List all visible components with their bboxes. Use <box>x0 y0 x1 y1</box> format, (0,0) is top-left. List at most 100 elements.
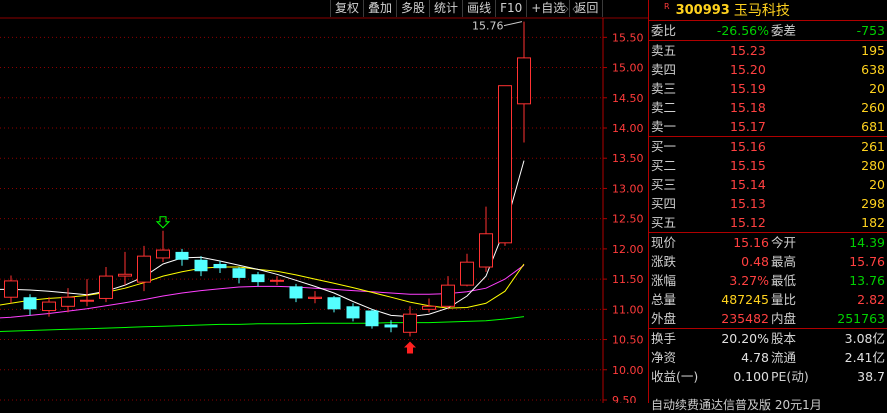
ma60-line <box>0 316 525 333</box>
ask-row[interactable]: 卖二 15.18 260 <box>649 98 887 117</box>
candle-body <box>479 233 493 268</box>
diamond-icon[interactable]: ◇◇ <box>560 2 585 15</box>
bid-row[interactable]: 买五 15.12 182 <box>649 213 887 232</box>
y-tick-label: 13.00 <box>612 182 644 195</box>
y-tick-label: 10.00 <box>612 364 644 377</box>
stat-label: 净资 <box>651 350 677 365</box>
stat-value: 3.27% <box>729 273 769 288</box>
sell-signal-arrow-icon <box>155 216 171 229</box>
stat-row: 涨跌 0.48 最高 15.76 <box>649 252 887 271</box>
ask-price: 15.23 <box>730 43 766 58</box>
quote-stats: 现价 15.16 今开 14.39 涨跌 0.48 最高 15.76 涨幅 3.27% 最低 13.7… <box>649 233 887 329</box>
max-price-label: 15.76 <box>472 20 504 33</box>
stat-value: 20.20% <box>721 331 769 346</box>
candle-body <box>213 263 227 269</box>
ask-label: 卖二 <box>651 100 677 115</box>
stat-value: 487245 <box>721 292 769 307</box>
stat-label: 量比 <box>771 292 797 307</box>
weicha-label: 委差 <box>771 23 797 38</box>
y-tick-label: 14.50 <box>612 92 644 105</box>
ask-row[interactable]: 卖三 15.19 20 <box>649 79 887 98</box>
stat-label: 今开 <box>771 235 797 250</box>
bid-price: 15.13 <box>730 196 766 211</box>
candle-body <box>270 279 284 282</box>
stat-label: 涨幅 <box>651 273 677 288</box>
f10-button[interactable]: F10 <box>495 0 526 17</box>
candle-body <box>327 297 341 310</box>
ask-price: 15.18 <box>730 100 766 115</box>
candle-body <box>422 305 436 310</box>
buy-signal-arrow-icon <box>404 341 416 354</box>
bid-price: 15.15 <box>730 158 766 173</box>
y-tick-label: 12.00 <box>612 243 644 256</box>
stat-label: 涨跌 <box>651 254 677 269</box>
bid-row[interactable]: 买三 15.14 20 <box>649 175 887 194</box>
stat-value: 3.08亿 <box>844 331 885 346</box>
stat-row: 涨幅 3.27% 最低 13.76 <box>649 271 887 290</box>
ask-row[interactable]: 卖一 15.17 681 <box>649 117 887 136</box>
candle-body <box>365 310 379 327</box>
quote-panel: R 300993 玉马科技 委比 -26.56% 委差 -753 卖五 15.23… <box>649 0 887 412</box>
stat-row: 总量 487245 量比 2.82 <box>649 290 887 309</box>
ask-label: 卖一 <box>651 119 677 134</box>
stat-value: 13.76 <box>849 273 885 288</box>
ask-volume: 681 <box>861 119 885 134</box>
stat-label: 股本 <box>771 331 797 346</box>
ask-label: 卖五 <box>651 43 677 58</box>
y-tick-label: 12.50 <box>612 213 644 226</box>
candle-body <box>99 275 113 299</box>
bid-row[interactable]: 买一 15.16 261 <box>649 137 887 156</box>
overlay-button[interactable]: 叠加 <box>363 0 396 17</box>
stat-value: 4.78 <box>741 350 769 365</box>
stat-value: 15.16 <box>733 235 769 250</box>
bid-volume: 280 <box>861 158 885 173</box>
stat-value: 15.76 <box>849 254 885 269</box>
ask-volume: 195 <box>861 43 885 58</box>
kline-svg[interactable]: 15.50 15.00 14.50 14.00 13.50 13.00 12.50 12.00… <box>0 0 648 403</box>
y-tick-label: 14.00 <box>612 122 644 135</box>
y-tick-label: 11.50 <box>612 273 644 286</box>
stat-row: 现价 15.16 今开 14.39 <box>649 233 887 252</box>
stat-label: 换手 <box>651 331 677 346</box>
stock-name: 玉马科技 <box>733 3 790 19</box>
stock-code: 300993 <box>675 2 730 18</box>
candle-body <box>156 249 170 259</box>
max-pointer <box>503 21 523 27</box>
weicha-value: -753 <box>856 23 885 38</box>
bid-row[interactable]: 买二 15.15 280 <box>649 156 887 175</box>
candle-body <box>4 280 18 298</box>
statistics-button[interactable]: 统计 <box>429 0 462 17</box>
candle-body <box>118 273 132 277</box>
kline-chart[interactable]: 15.50 15.00 14.50 14.00 13.50 13.00 12.50 12.00… <box>0 0 648 403</box>
ask-price: 15.17 <box>730 119 766 134</box>
bid-price: 15.14 <box>730 177 766 192</box>
ask-row[interactable]: 卖四 15.20 638 <box>649 60 887 79</box>
weibi-value: -26.56% <box>716 23 769 38</box>
stat-label: 收益(一) <box>651 369 699 384</box>
y-tick-label: 15.00 <box>612 62 644 75</box>
bid-volume: 298 <box>861 196 885 211</box>
weibi-row: 委比 -26.56% 委差 -753 <box>649 21 887 41</box>
candle-body <box>460 261 474 286</box>
candle-body <box>441 284 455 307</box>
bid-row[interactable]: 买四 15.13 298 <box>649 194 887 213</box>
stat-label: 流通 <box>771 350 797 365</box>
fundamental-stats: 换手 20.20% 股本 3.08亿净资 4.78 流通 2.41亿收益(一) 0.100 PE… <box>649 329 887 386</box>
stat-value: 251763 <box>837 311 885 326</box>
candle-body <box>308 296 322 299</box>
weibi-label: 委比 <box>651 23 677 38</box>
stat-value: 38.7 <box>857 369 885 384</box>
fuquan-button[interactable]: 复权 <box>330 0 363 17</box>
candle-body <box>517 57 531 105</box>
y-tick-label: 11.00 <box>612 303 644 316</box>
ad-marquee[interactable]: 自动续费通达信普及版 20元1月 <box>651 396 822 413</box>
multi-stock-button[interactable]: 多股 <box>396 0 429 17</box>
ask-row[interactable]: 卖五 15.23 195 <box>649 41 887 60</box>
bid-label: 买五 <box>651 215 677 230</box>
bid-label: 买一 <box>651 139 677 154</box>
draw-line-button[interactable]: 画线 <box>462 0 495 17</box>
candle-body <box>42 301 56 312</box>
candle-body <box>61 296 75 307</box>
stat-row: 收益(一) 0.100 PE(动) 38.7 <box>649 367 887 386</box>
stat-value: 2.41亿 <box>844 350 885 365</box>
